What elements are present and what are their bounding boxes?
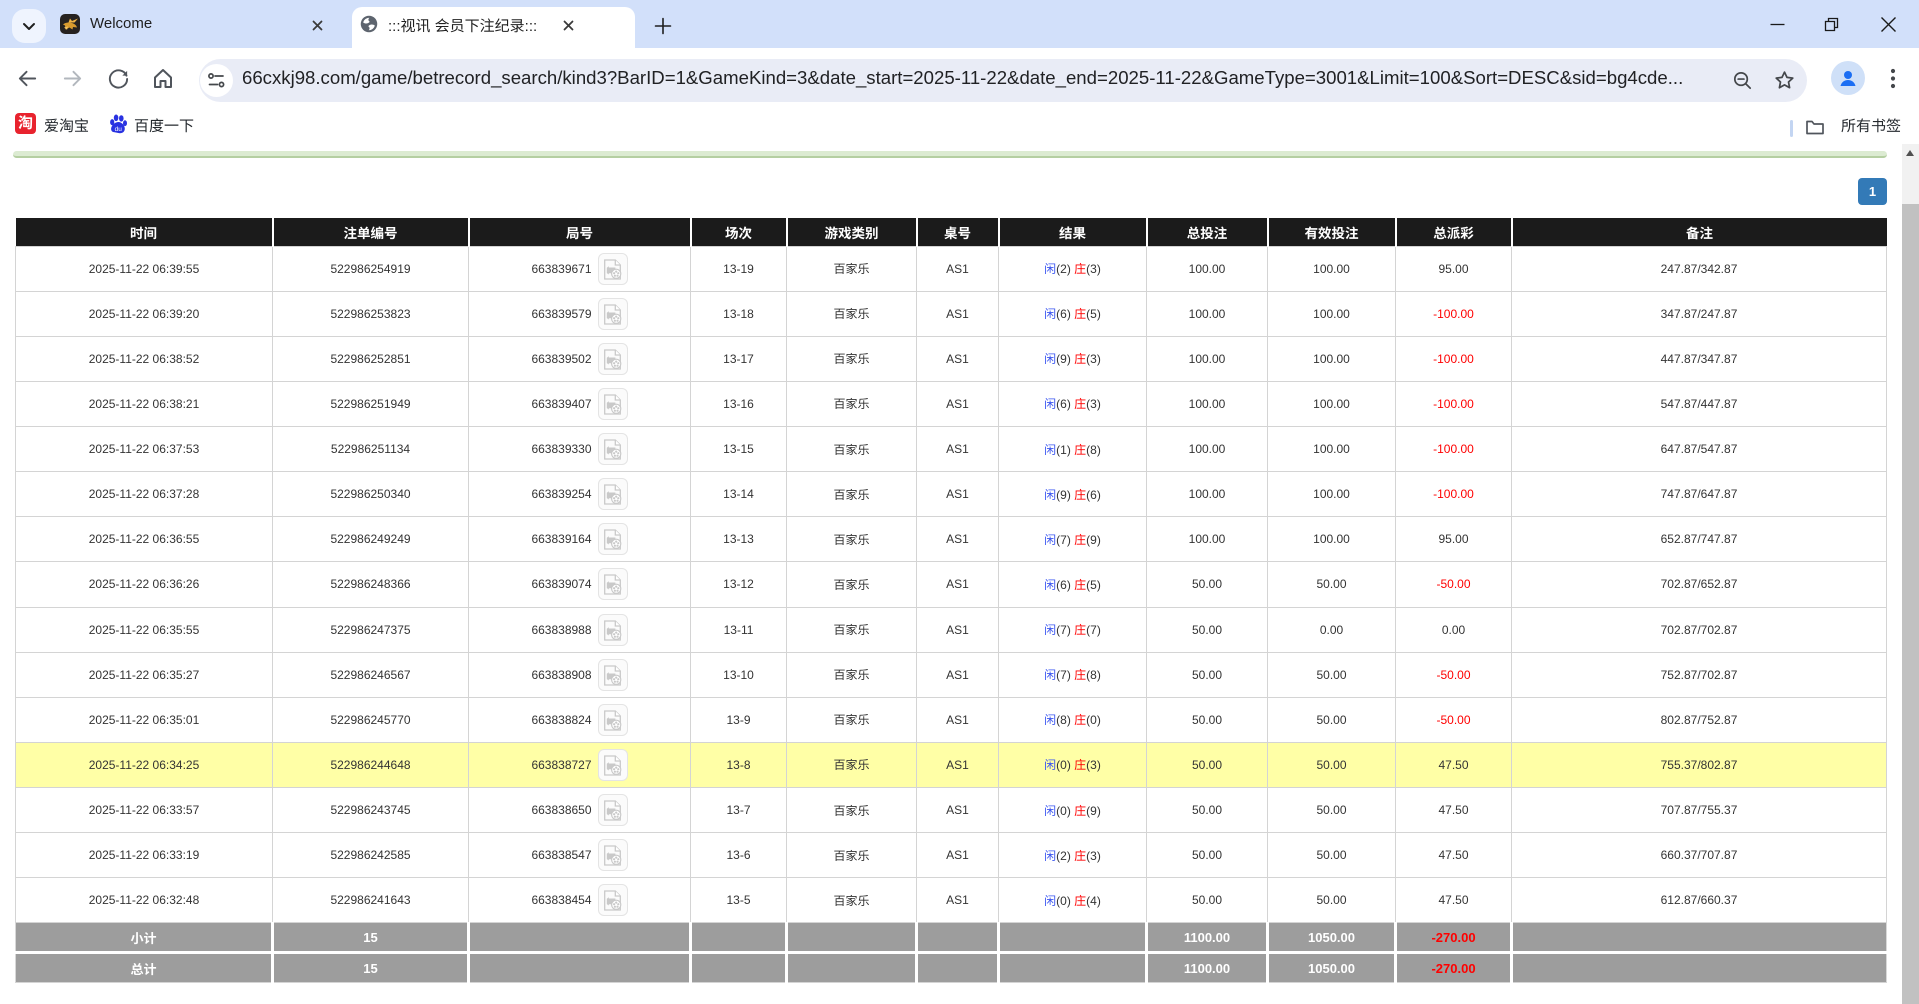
svg-text:du: du: [115, 126, 123, 133]
